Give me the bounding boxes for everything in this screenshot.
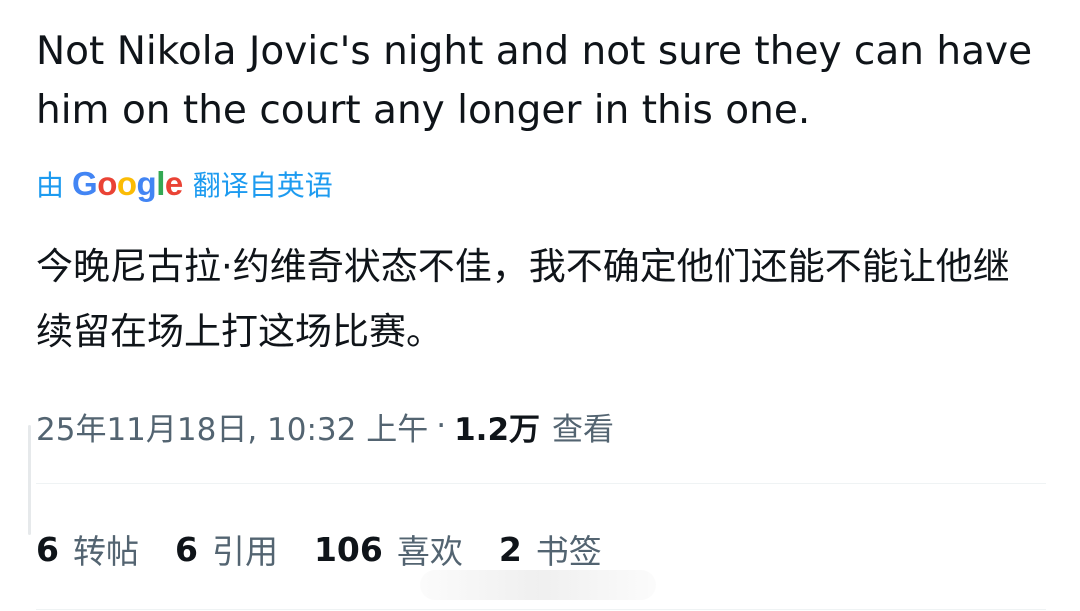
stat-bookmarks[interactable]: 2 书签	[499, 525, 602, 573]
tweet-timestamp[interactable]: 25年11月18日, 10:32 上午	[36, 404, 428, 449]
divider-top	[36, 483, 1046, 484]
likes-label: 喜欢	[396, 532, 463, 571]
google-logo: Google	[72, 165, 183, 202]
engagement-stats: 6 转帖 6 引用 106 喜欢 2 书签	[36, 524, 638, 574]
watermark	[420, 570, 656, 600]
divider-bottom	[36, 609, 1046, 610]
scroll-indicator	[22, 425, 36, 535]
reposts-label: 转帖	[72, 532, 139, 571]
stat-quotes[interactable]: 6 引用	[175, 525, 278, 573]
bookmarks-label: 书签	[535, 532, 602, 571]
tweet-original-text: Not Nikola Jovic's night and not sure th…	[36, 29, 1033, 133]
stat-likes[interactable]: 106 喜欢	[314, 525, 463, 573]
scroll-indicator-bar	[28, 425, 31, 535]
translated-by-google-link[interactable]: 由 Google 翻译自英语	[36, 164, 333, 204]
meta-separator: ·	[436, 408, 447, 444]
likes-count: 106	[313, 529, 383, 569]
quotes-label: 引用	[211, 532, 278, 571]
bookmarks-count: 2	[498, 529, 522, 569]
stat-reposts[interactable]: 6 转帖	[36, 525, 139, 573]
translated-from-english-label: 翻译自英语	[192, 169, 333, 202]
views-label: 查看	[552, 411, 615, 448]
translated-by-label: 由	[36, 169, 65, 202]
tweet-translated-text: 今晚尼古拉·约维奇状态不佳，我不确定他们还能不能让他继续留在场上打这场比赛。	[36, 245, 1010, 353]
quotes-count: 6	[174, 529, 198, 569]
reposts-count: 6	[36, 529, 59, 569]
tweet-meta: 25年11月18日, 10:32 上午 · 1.2万 查看	[36, 403, 614, 449]
views-count: 1.2万	[454, 411, 541, 448]
